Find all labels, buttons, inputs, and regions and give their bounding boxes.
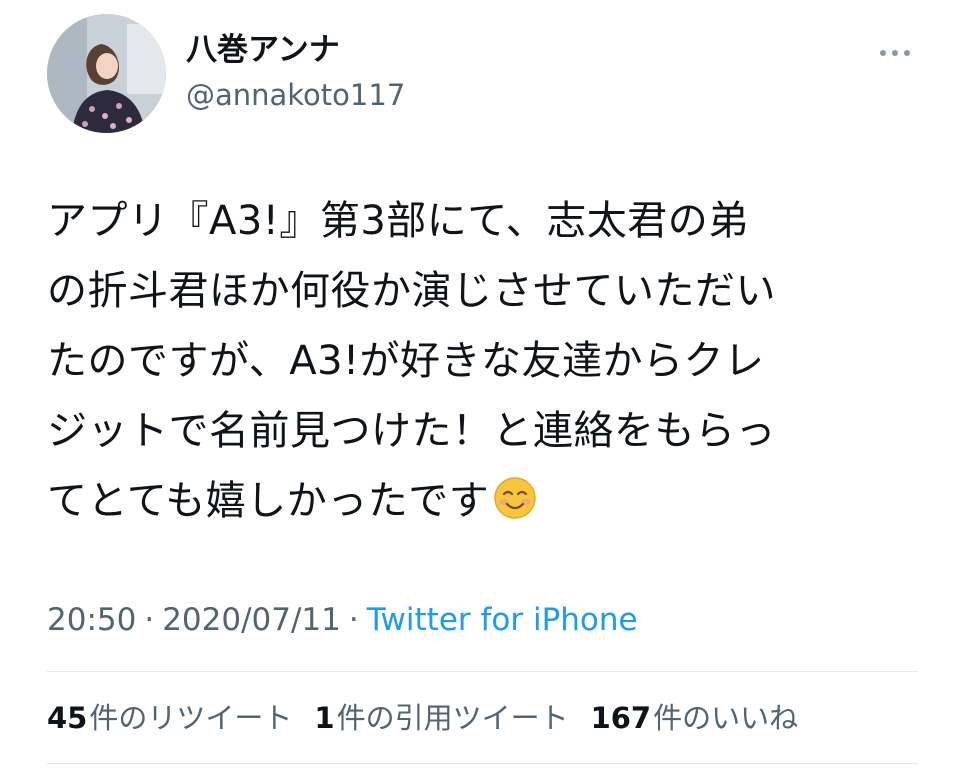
tweet-line: ジットで名前見つけた！と連絡をもらっ: [47, 408, 776, 454]
more-horizontal-icon: [880, 50, 886, 56]
tweet-time[interactable]: 20:50: [47, 602, 136, 638]
meta-separator: ·: [348, 602, 359, 638]
retweets-count: 45: [47, 701, 88, 735]
tweet-source-link[interactable]: Twitter for iPhone: [367, 602, 638, 638]
tweet-meta: 20:50 · 2020/07/11 · Twitter for iPhone: [47, 598, 638, 642]
tweet-stats: 45 件のリツイート 1 件の引用ツイート 167 件のいいね: [47, 697, 798, 739]
display-name[interactable]: 八巻アンナ: [186, 30, 340, 70]
smiling-face-icon: [493, 472, 537, 542]
tweet-date[interactable]: 2020/07/11: [162, 602, 341, 638]
retweets-label: 件のリツイート: [89, 701, 293, 735]
tweet-line: アプリ『A3!』第3部にて、志太君の弟: [47, 198, 749, 244]
avatar[interactable]: [47, 14, 166, 133]
quotes-stat[interactable]: 1 件の引用ツイート: [314, 697, 568, 739]
tweet-line-last: てとても嬉しかったです: [47, 466, 927, 542]
more-options-button[interactable]: [870, 40, 920, 66]
more-dot: [904, 50, 910, 56]
likes-label: 件のいいね: [653, 701, 799, 735]
meta-separator: ·: [144, 602, 155, 638]
more-dot: [892, 50, 898, 56]
tweet-line: の折斗君ほか何役か演じさせていただい: [47, 268, 776, 314]
quotes-label: 件の引用ツイート: [336, 701, 569, 735]
retweets-stat[interactable]: 45 件のリツイート: [47, 697, 292, 739]
tweet-line: たのですが、A3!が好きな友達からクレ: [47, 338, 765, 384]
divider: [47, 763, 918, 764]
quotes-count: 1: [314, 701, 335, 735]
likes-stat[interactable]: 167 件のいいね: [591, 697, 799, 739]
tweet-line-text: てとても嬉しかったです: [47, 478, 490, 524]
likes-count: 167: [590, 701, 652, 735]
avatar-photo: [47, 14, 166, 133]
user-handle[interactable]: @annakoto117: [186, 76, 405, 114]
divider: [47, 671, 918, 672]
tweet-text: アプリ『A3!』第3部にて、志太君の弟 の折斗君ほか何役か演じさせていただい た…: [47, 186, 927, 542]
